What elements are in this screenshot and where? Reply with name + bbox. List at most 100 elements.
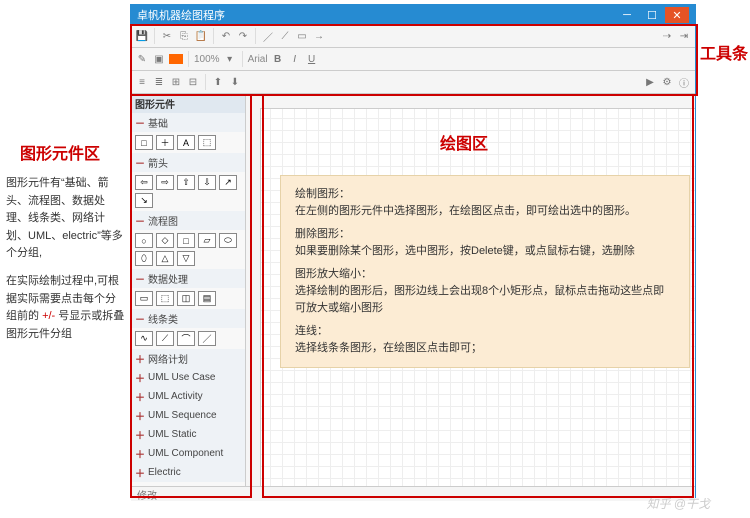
polyline-icon[interactable]: ⟋ <box>278 29 292 43</box>
toggle-icon[interactable]: ＋ <box>135 408 145 423</box>
info-icon[interactable]: ⓘ <box>677 75 691 89</box>
rect-icon[interactable]: ▭ <box>295 29 309 43</box>
shape-item[interactable]: ⬚ <box>156 291 174 306</box>
toggle-icon[interactable]: ＋ <box>135 465 145 480</box>
group-header[interactable]: －线条类 <box>131 309 245 328</box>
shape-item[interactable]: ⌒ <box>177 331 195 346</box>
close-button[interactable]: ✕ <box>665 7 689 23</box>
underline-icon[interactable]: U <box>305 52 319 66</box>
paste-icon[interactable]: 📋 <box>194 29 208 43</box>
zoom-value[interactable]: 100% <box>194 54 220 65</box>
shape-item[interactable]: ▤ <box>198 291 216 306</box>
cut-icon[interactable]: ✂ <box>160 29 174 43</box>
fill-icon[interactable]: ▣ <box>152 52 166 66</box>
group-body: ○◇□▱⬭ ⬯△▽ <box>131 230 245 269</box>
shape-item[interactable]: ▱ <box>198 233 216 248</box>
group-header[interactable]: －基础 <box>131 113 245 132</box>
toggle-icon[interactable]: ＋ <box>135 427 145 442</box>
shape-item[interactable]: ⇧ <box>177 175 195 190</box>
shape-item[interactable]: ↗ <box>219 175 237 190</box>
connector-icon[interactable]: ⇢ <box>660 29 674 43</box>
group-body: ▭⬚◫▤ <box>131 288 245 309</box>
group-header[interactable]: ＋UML Component <box>131 444 245 463</box>
pencil-icon[interactable]: ✎ <box>135 52 149 66</box>
shape-item[interactable]: A <box>177 135 195 150</box>
shape-item[interactable]: ⬭ <box>219 233 237 248</box>
toggle-icon[interactable]: ＋ <box>135 370 145 385</box>
toggle-icon[interactable]: － <box>135 271 145 286</box>
ungroup-icon[interactable]: ⊟ <box>186 75 200 89</box>
shape-item[interactable]: ◇ <box>156 233 174 248</box>
shape-item[interactable]: □ <box>177 233 195 248</box>
toggle-icon[interactable]: － <box>135 155 145 170</box>
shape-item[interactable]: □ <box>135 135 153 150</box>
group-header[interactable]: －流程图 <box>131 211 245 230</box>
shape-item[interactable]: △ <box>156 251 174 266</box>
toggle-icon[interactable]: － <box>135 213 145 228</box>
italic-icon[interactable]: I <box>288 52 302 66</box>
shape-item[interactable]: ⇨ <box>156 175 174 190</box>
undo-icon[interactable]: ↶ <box>219 29 233 43</box>
panel-title: 图形元件 <box>131 94 245 113</box>
group-label: 基础 <box>148 115 168 130</box>
shape-item[interactable]: ⬯ <box>135 251 153 266</box>
align-center-icon[interactable]: ≣ <box>152 75 166 89</box>
shape-item[interactable]: ○ <box>135 233 153 248</box>
group-header[interactable]: ＋UML Static <box>131 425 245 444</box>
toggle-icon[interactable]: ＋ <box>135 389 145 404</box>
group-header[interactable]: ＋Electric <box>131 463 245 482</box>
statusbar: 修改 <box>131 486 695 501</box>
dropdown-icon[interactable]: ▾ <box>223 52 237 66</box>
shape-item[interactable]: ⇩ <box>198 175 216 190</box>
description-text: 图形元件有“基础、箭头、流程图、数据处理、线条类、网络计划、UML、electr… <box>6 175 126 343</box>
shape-item[interactable]: ▭ <box>135 291 153 306</box>
redo-icon[interactable]: ↷ <box>236 29 250 43</box>
group-header[interactable]: ＋UML Use Case <box>131 368 245 387</box>
arrow-icon[interactable]: → <box>312 29 326 43</box>
toggle-icon[interactable]: ＋ <box>135 446 145 461</box>
settings-icon[interactable]: ⚙ <box>660 75 674 89</box>
group-header[interactable]: －箭头 <box>131 153 245 172</box>
group-icon[interactable]: ⊞ <box>169 75 183 89</box>
anno-sidebar-label: 图形元件区 <box>20 140 100 164</box>
front-icon[interactable]: ⬆ <box>211 75 225 89</box>
help-t2: 删除图形： <box>295 226 675 243</box>
shape-item[interactable]: ⇦ <box>135 175 153 190</box>
desc-p1: 图形元件有“基础、箭头、流程图、数据处理、线条类、网络计划、UML、electr… <box>6 175 126 263</box>
toggle-icon[interactable]: － <box>135 311 145 326</box>
bold-icon[interactable]: B <box>271 52 285 66</box>
titlebar[interactable]: 卓帆机器绘图程序 ─ ☐ ✕ <box>131 5 695 25</box>
maximize-button[interactable]: ☐ <box>640 7 664 23</box>
shape-item[interactable]: ∿ <box>135 331 153 346</box>
group-header[interactable]: －数据处理 <box>131 269 245 288</box>
toggle-icon[interactable]: － <box>135 115 145 130</box>
shape-item[interactable]: ＋ <box>156 135 174 150</box>
group-label: UML Component <box>148 448 223 459</box>
back-icon[interactable]: ⬇ <box>228 75 242 89</box>
status-text: 修改 <box>137 491 157 502</box>
shape-item[interactable]: ⬚ <box>198 135 216 150</box>
line-icon[interactable]: ／ <box>261 29 275 43</box>
group-label: UML Sequence <box>148 410 217 421</box>
shape-item[interactable]: ⟋ <box>156 331 174 346</box>
group-label: UML Use Case <box>148 372 215 383</box>
help-p4: 选择线条条图形，在绘图区点击即可； <box>295 340 675 357</box>
minimize-button[interactable]: ─ <box>615 7 639 23</box>
toggle-icon[interactable]: ＋ <box>135 351 145 366</box>
play-icon[interactable]: ▶ <box>643 75 657 89</box>
color-swatch[interactable] <box>169 54 183 64</box>
align-left-icon[interactable]: ≡ <box>135 75 149 89</box>
connector2-icon[interactable]: ⇥ <box>677 29 691 43</box>
copy-icon[interactable]: ⎘ <box>177 29 191 43</box>
shape-item[interactable]: ▽ <box>177 251 195 266</box>
group-header[interactable]: ＋UML Sequence <box>131 406 245 425</box>
shape-item[interactable]: ／ <box>198 331 216 346</box>
help-t1: 绘制图形： <box>295 186 675 203</box>
anno-canvas-label: 绘图区 <box>440 130 488 154</box>
shape-item[interactable]: ↘ <box>135 193 153 208</box>
group-header[interactable]: ＋网络计划 <box>131 349 245 368</box>
font-name[interactable]: Arial <box>248 54 268 65</box>
shape-item[interactable]: ◫ <box>177 291 195 306</box>
group-header[interactable]: ＋UML Activity <box>131 387 245 406</box>
save-icon[interactable]: 💾 <box>135 29 149 43</box>
